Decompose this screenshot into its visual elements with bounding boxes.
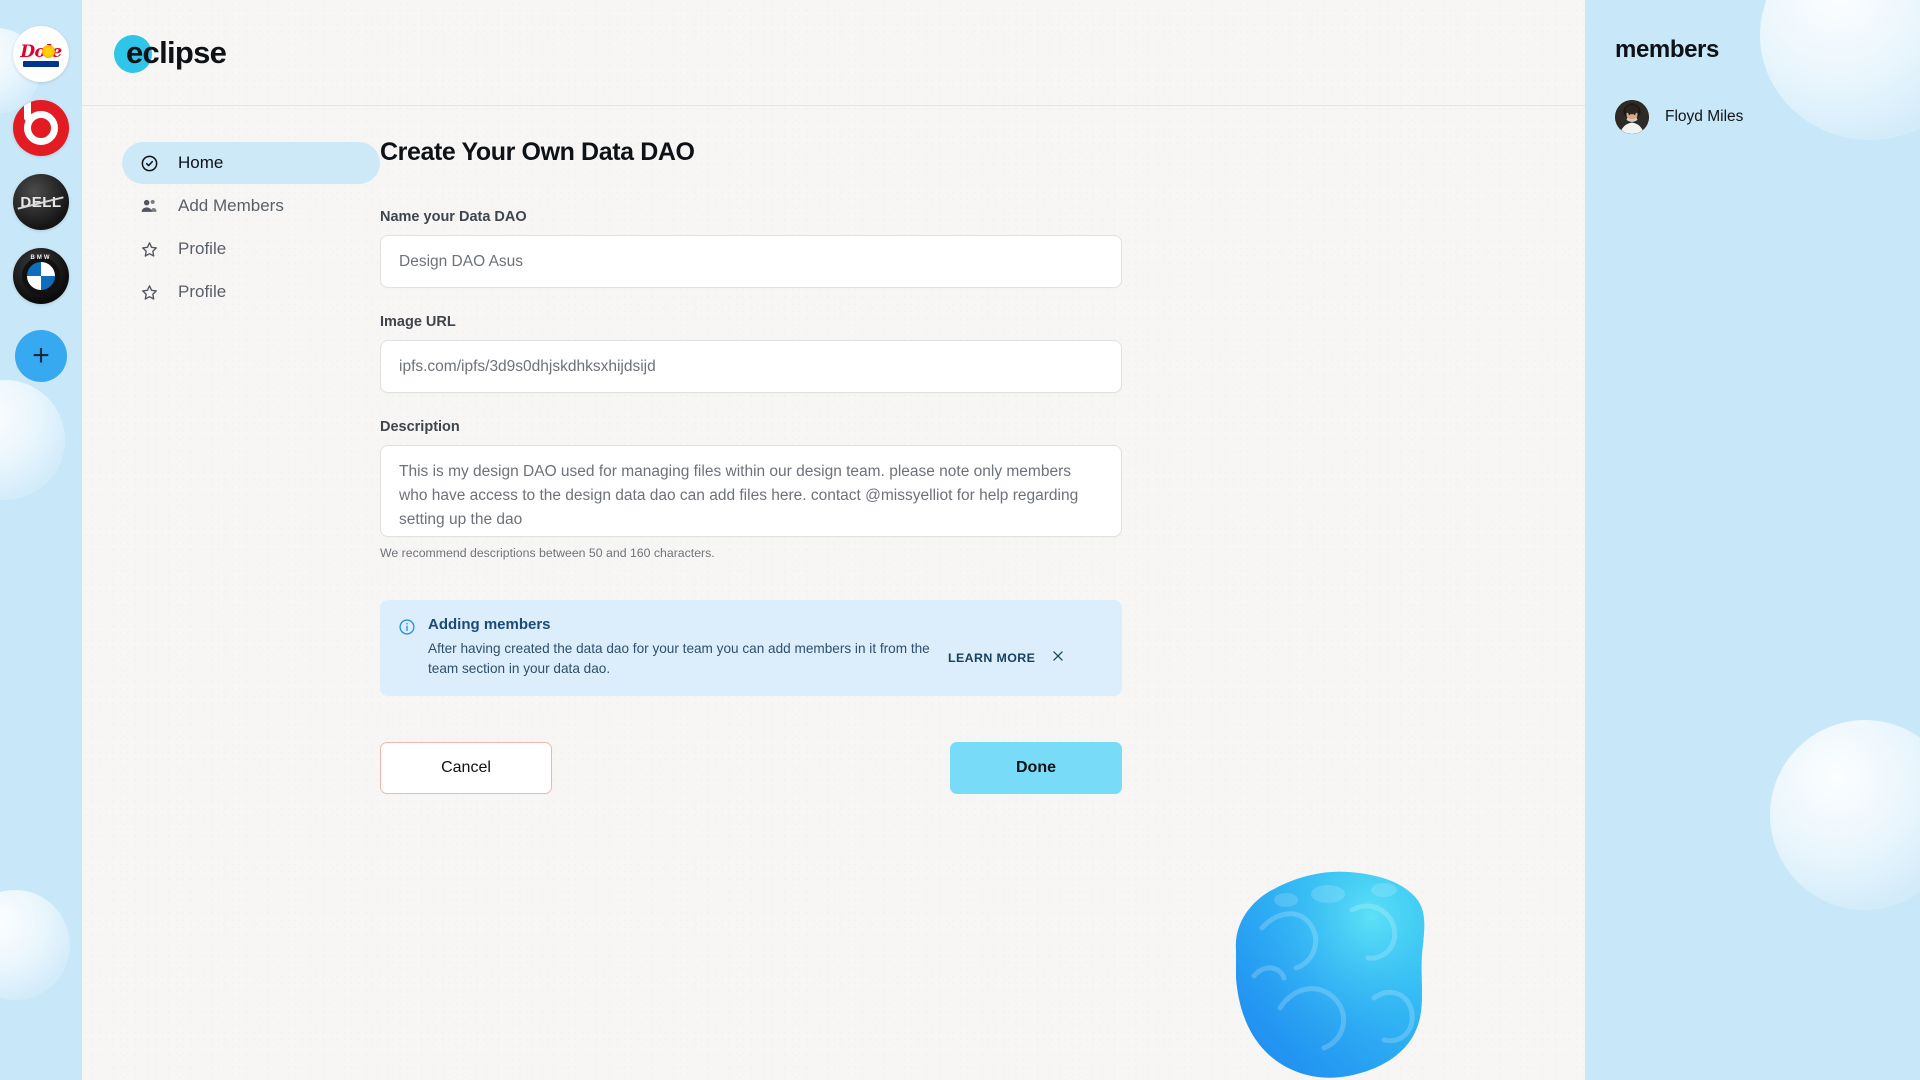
bmw-roundel-icon bbox=[22, 257, 60, 295]
form-actions: Cancel Done bbox=[380, 742, 1122, 795]
description-textarea[interactable]: This is my design DAO used for managing … bbox=[380, 445, 1122, 537]
dole-bar bbox=[23, 61, 59, 67]
blue-3d-blob-artwork bbox=[1224, 858, 1474, 1080]
close-icon[interactable] bbox=[1051, 649, 1065, 666]
add-workspace-button[interactable]: + bbox=[15, 330, 67, 382]
sidebar-item-home[interactable]: Home bbox=[122, 142, 380, 184]
sidebar-item-label: Home bbox=[178, 153, 224, 172]
app-root: Dole DELL + eclipse bbox=[0, 0, 1920, 1080]
banner-content: Adding members After having created the … bbox=[428, 616, 1104, 678]
sidebar-item-label: Profile bbox=[178, 282, 227, 301]
sidebar-item-label: Add Members bbox=[178, 196, 284, 215]
sidebar-item-add-members[interactable]: Add Members bbox=[122, 185, 380, 227]
field-name: Name your Data DAO Design DAO Asus bbox=[380, 209, 1122, 288]
dole-logo[interactable]: Dole bbox=[13, 26, 69, 82]
app-switcher-rail: Dole DELL + bbox=[0, 0, 82, 1080]
panel-body: Home Add Members Profile Profile Create … bbox=[82, 106, 1585, 795]
info-circle-icon bbox=[398, 618, 416, 678]
field-label-name: Name your Data DAO bbox=[380, 209, 527, 225]
dole-wordmark: Dole bbox=[20, 42, 62, 62]
star-icon bbox=[138, 281, 160, 303]
members-panel: members Floyd Miles bbox=[1585, 0, 1920, 1080]
star-icon bbox=[138, 238, 160, 260]
banner-row: After having created the data dao for yo… bbox=[428, 639, 1104, 678]
field-label-description: Description bbox=[380, 419, 460, 435]
member-name: Floyd Miles bbox=[1665, 108, 1744, 125]
dao-name-input[interactable]: Design DAO Asus bbox=[380, 235, 1122, 288]
members-title: members bbox=[1615, 36, 1719, 63]
sidebar-item-profile-2[interactable]: Profile bbox=[122, 271, 380, 313]
logo-text: eclipse bbox=[126, 34, 227, 70]
banner-text: After having created the data dao for yo… bbox=[428, 641, 930, 676]
banner-title: Adding members bbox=[428, 616, 551, 633]
field-label-image-url: Image URL bbox=[380, 314, 456, 330]
page-title: Create Your Own Data DAO bbox=[380, 138, 695, 166]
image-url-input[interactable]: ipfs.com/ipfs/3d9s0dhjskdhksxhijdsijd bbox=[380, 340, 1122, 393]
dell-wordmark: DELL bbox=[20, 193, 62, 211]
beats-logo[interactable] bbox=[13, 100, 69, 156]
done-button[interactable]: Done bbox=[950, 742, 1122, 795]
sidebar-nav: Home Add Members Profile Profile bbox=[82, 132, 380, 794]
adding-members-banner: Adding members After having created the … bbox=[380, 600, 1122, 697]
field-description: Description This is my design DAO used f… bbox=[380, 419, 1122, 560]
learn-more-link[interactable]: LEARN MORE bbox=[948, 651, 1035, 665]
sidebar-item-profile-1[interactable]: Profile bbox=[122, 228, 380, 270]
main-panel: eclipse Home Add Members Profile Profile… bbox=[82, 0, 1585, 1080]
description-hint: We recommend descriptions between 50 and… bbox=[380, 546, 715, 560]
member-list-item[interactable]: Floyd Miles bbox=[1615, 100, 1920, 134]
sun-icon bbox=[42, 45, 55, 58]
cancel-button[interactable]: Cancel bbox=[380, 742, 552, 795]
avatar bbox=[1615, 100, 1649, 134]
panel-header: eclipse bbox=[82, 0, 1585, 106]
people-icon bbox=[138, 195, 160, 217]
banner-actions: LEARN MORE bbox=[948, 639, 1065, 666]
field-image-url: Image URL ipfs.com/ipfs/3d9s0dhjskdhksxh… bbox=[380, 314, 1122, 393]
dell-logo[interactable]: DELL bbox=[13, 174, 69, 230]
check-circle-icon bbox=[138, 152, 160, 174]
dole-mark-icon: Dole bbox=[16, 29, 66, 79]
create-dao-form: Create Your Own Data DAO Name your Data … bbox=[380, 132, 1122, 795]
bmw-logo[interactable] bbox=[13, 248, 69, 304]
sidebar-item-label: Profile bbox=[178, 239, 227, 258]
eclipse-logo[interactable]: eclipse bbox=[114, 27, 227, 79]
beats-b-icon bbox=[24, 100, 58, 145]
